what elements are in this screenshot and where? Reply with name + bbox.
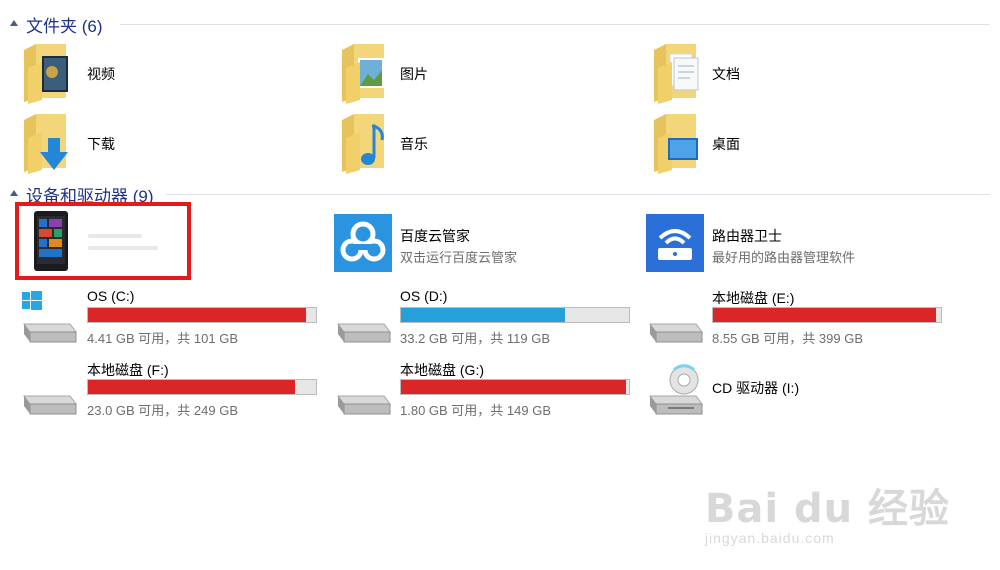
drive-usage-bar <box>400 379 630 395</box>
section-divider <box>120 24 990 25</box>
drive-usage-bar <box>400 307 630 323</box>
drive-usage-bar <box>87 379 317 395</box>
drive-name: OS (D:) <box>400 288 448 304</box>
drive-name: OS (C:) <box>87 288 135 304</box>
highlight-box <box>15 202 191 280</box>
drive-f[interactable]: 本地磁盘 (F:) 23.0 GB 可用，共 249 GB <box>20 358 320 422</box>
app-name: 百度云管家 <box>400 228 470 244</box>
drive-free-space: 8.55 GB 可用，共 399 GB <box>712 331 864 346</box>
music-folder-icon <box>342 114 384 174</box>
folder-label: 下载 <box>87 136 115 152</box>
downloads-folder-icon <box>24 114 68 174</box>
drive-name: CD 驱动器 (I:) <box>712 380 800 396</box>
drive-c[interactable]: OS (C:) 4.41 GB 可用，共 101 GB <box>20 286 320 350</box>
drive-usage-fill <box>401 308 566 322</box>
drive-usage-fill <box>88 380 296 394</box>
hard-drive-icon <box>337 395 391 415</box>
drive-e[interactable]: 本地磁盘 (E:) 8.55 GB 可用，共 399 GB <box>646 286 946 350</box>
cd-drive-i[interactable]: CD 驱动器 (I:) <box>646 358 946 422</box>
app-router-guard[interactable]: 路由器卫士 最好用的路由器管理软件 <box>646 214 946 276</box>
app-description: 最好用的路由器管理软件 <box>712 250 856 265</box>
folder-videos[interactable]: 视频 <box>20 42 320 106</box>
folder-music[interactable]: 音乐 <box>338 112 638 176</box>
documents-folder-icon <box>654 44 699 104</box>
drive-free-space: 4.41 GB 可用，共 101 GB <box>87 331 239 346</box>
drive-usage-bar <box>87 307 317 323</box>
baidu-cloud-icon <box>334 214 392 272</box>
drive-name: 本地磁盘 (E:) <box>712 290 795 306</box>
section-title: 文件夹 (6) <box>26 17 103 36</box>
hard-drive-icon <box>23 395 77 415</box>
drive-free-space: 23.0 GB 可用，共 249 GB <box>87 403 239 418</box>
drive-name: 本地磁盘 (G:) <box>400 362 484 378</box>
desktop-folder-icon <box>654 114 698 174</box>
folder-desktop[interactable]: 桌面 <box>650 112 950 176</box>
app-name: 路由器卫士 <box>712 228 782 244</box>
app-description: 双击运行百度云管家 <box>400 250 518 265</box>
windows-drive-icon <box>22 291 77 343</box>
cd-drive-icon <box>649 364 703 415</box>
collapse-icon[interactable] <box>10 190 18 196</box>
drive-free-space: 33.2 GB 可用，共 119 GB <box>400 331 551 346</box>
drive-usage-fill <box>713 308 937 322</box>
folder-label: 视频 <box>87 66 115 82</box>
drive-g[interactable]: 本地磁盘 (G:) 1.80 GB 可用，共 149 GB <box>334 358 634 422</box>
folder-pictures[interactable]: 图片 <box>338 42 638 106</box>
baidu-jingyan-watermark: Bai du 经验 jingyan.baidu.com <box>705 476 950 546</box>
folder-label: 音乐 <box>400 136 428 152</box>
watermark-logo: Bai du 经验 <box>704 486 950 532</box>
drive-free-space: 1.80 GB 可用，共 149 GB <box>400 403 552 418</box>
drive-d[interactable]: OS (D:) 33.2 GB 可用，共 119 GB <box>334 286 634 350</box>
folder-label: 桌面 <box>712 136 740 152</box>
app-baidu-cloud[interactable]: 百度云管家 双击运行百度云管家 <box>334 214 634 276</box>
collapse-icon[interactable] <box>10 20 18 26</box>
section-divider <box>166 194 990 195</box>
pictures-folder-icon <box>342 44 384 104</box>
drive-usage-fill <box>88 308 306 322</box>
folder-label: 图片 <box>400 66 428 82</box>
router-guard-icon <box>646 214 704 272</box>
hard-drive-icon <box>649 323 703 343</box>
folders-section-header[interactable]: 文件夹 (6) <box>10 12 990 36</box>
video-folder-icon <box>24 44 68 104</box>
folder-downloads[interactable]: 下载 <box>20 112 320 176</box>
drive-name: 本地磁盘 (F:) <box>87 362 169 378</box>
drive-usage-fill <box>401 380 627 394</box>
folder-documents[interactable]: 文档 <box>650 42 950 106</box>
hard-drive-icon <box>337 323 391 343</box>
folder-label: 文档 <box>712 66 740 82</box>
drive-usage-bar <box>712 307 942 323</box>
